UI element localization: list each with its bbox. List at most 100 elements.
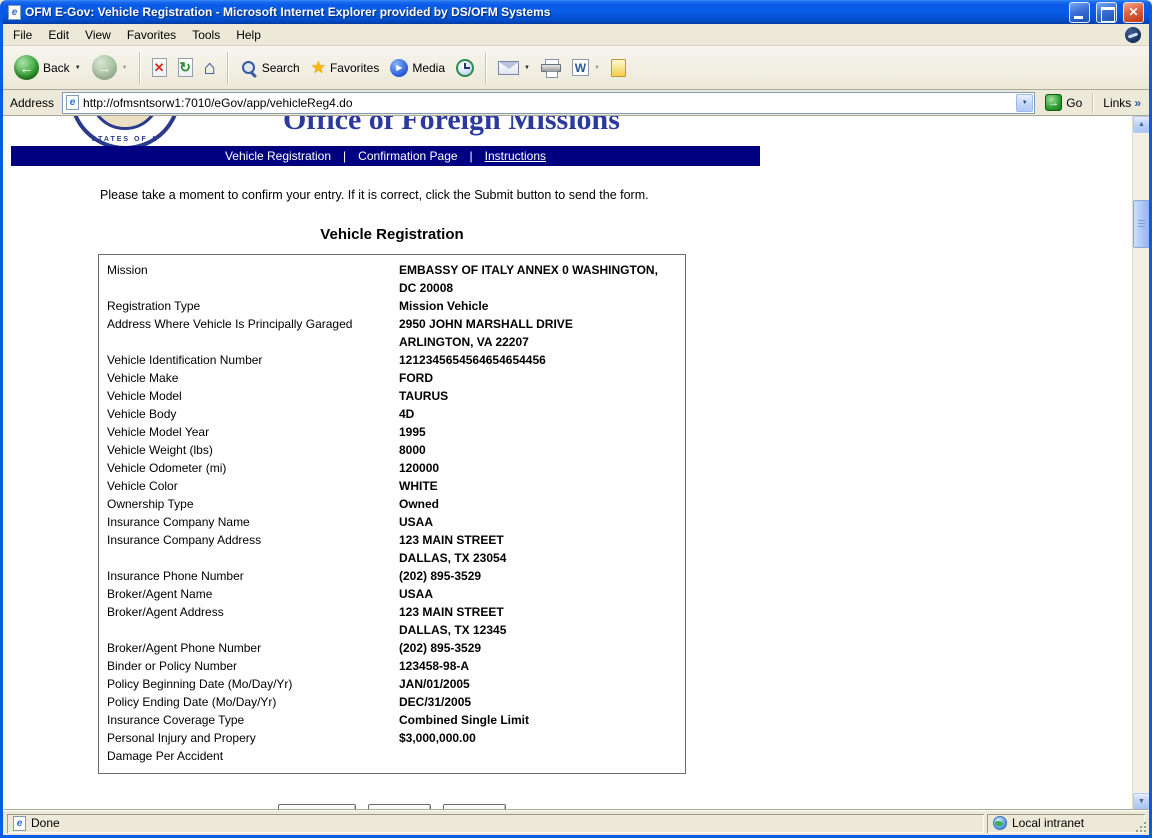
menu-favorites[interactable]: Favorites <box>119 25 184 45</box>
field-label: Registration Type <box>107 297 399 315</box>
toolbar-separator <box>227 52 229 84</box>
table-row: Insurance Phone Number (202) 895-3529 <box>99 567 685 585</box>
page-title: Vehicle Registration <box>98 226 686 243</box>
menu-tools[interactable]: Tools <box>184 25 228 45</box>
table-row: Broker/Agent Name USAA <box>99 585 685 603</box>
address-dropdown-button[interactable]: ▼ <box>1016 94 1033 112</box>
nav-instructions-link[interactable]: Instructions <box>485 149 546 163</box>
field-value: Mission Vehicle <box>399 297 677 315</box>
favorites-button[interactable]: ★ Favorites <box>306 55 385 80</box>
field-value: DEC/31/2005 <box>399 693 677 711</box>
toolbar-separator <box>139 52 141 84</box>
field-label: Vehicle Make <box>107 369 399 387</box>
zone-label: Local intranet <box>1012 816 1084 830</box>
field-value: $3,000,000.00 <box>399 729 677 765</box>
home-button[interactable]: ⌂ <box>199 54 221 82</box>
stop-button[interactable]: ✕ <box>147 54 172 81</box>
go-icon: → <box>1045 94 1062 111</box>
menu-edit[interactable]: Edit <box>40 25 77 45</box>
search-button[interactable]: Search <box>235 55 305 81</box>
mail-button[interactable]: ▼ <box>493 57 535 79</box>
field-value: FORD <box>399 369 677 387</box>
field-label: Insurance Company Name <box>107 513 399 531</box>
field-label: Vehicle Color <box>107 477 399 495</box>
field-label: Policy Ending Date (Mo/Day/Yr) <box>107 693 399 711</box>
table-row: Vehicle Weight (lbs) 8000 <box>99 441 685 459</box>
table-row: Insurance Coverage Type Combined Single … <box>99 711 685 729</box>
maximize-button[interactable] <box>1096 2 1117 23</box>
status-bar: e Done Local intranet <box>3 810 1149 835</box>
scroll-down-icon: ▼ <box>1138 798 1145 805</box>
media-label: Media <box>412 61 445 75</box>
field-label: Vehicle Odometer (mi) <box>107 459 399 477</box>
close-button[interactable]: ✕ <box>1123 2 1144 23</box>
table-row: Personal Injury and Propery Damage Per A… <box>99 729 685 765</box>
field-label: Vehicle Identification Number <box>107 351 399 369</box>
field-label: Insurance Company Address <box>107 531 399 567</box>
go-button[interactable]: → Go <box>1041 92 1086 113</box>
minimize-button[interactable] <box>1069 2 1090 23</box>
menu-file[interactable]: File <box>5 25 40 45</box>
field-value: WHITE <box>399 477 677 495</box>
field-label: Vehicle Model Year <box>107 423 399 441</box>
field-label: Policy Beginning Date (Mo/Day/Yr) <box>107 675 399 693</box>
print-button[interactable] <box>536 55 566 80</box>
back-button[interactable]: ← Back ▼ <box>9 51 86 84</box>
address-field: e ▼ <box>62 92 1035 114</box>
links-toolbar[interactable]: Links » <box>1100 96 1144 110</box>
forward-dropdown-icon[interactable]: ▼ <box>122 65 128 71</box>
edit-in-word-button[interactable]: W ▼ <box>567 55 605 80</box>
back-dropdown-icon[interactable]: ▼ <box>75 65 81 71</box>
nav-confirmation-page[interactable]: Confirmation Page <box>358 149 457 163</box>
table-row: Ownership Type Owned <box>99 495 685 513</box>
nav-vehicle-registration[interactable]: Vehicle Registration <box>225 149 331 163</box>
status-text: Done <box>31 816 60 830</box>
table-row: Vehicle Color WHITE <box>99 477 685 495</box>
browser-window: e OFM E-Gov: Vehicle Registration - Micr… <box>0 0 1152 838</box>
scroll-up-button[interactable]: ▲ <box>1133 116 1150 133</box>
table-row: Vehicle Body 4D <box>99 405 685 423</box>
field-value: 123 MAIN STREET DALLAS, TX 23054 <box>399 531 677 567</box>
table-row: Insurance Company Name USAA <box>99 513 685 531</box>
vertical-scrollbar[interactable]: ▲ ▼ <box>1132 116 1149 810</box>
page-favicon: e <box>66 95 79 110</box>
links-chevron-icon[interactable]: » <box>1134 96 1141 110</box>
field-label: Broker/Agent Name <box>107 585 399 603</box>
address-bar: Address e ▼ → Go Links » <box>3 90 1149 116</box>
menu-bar: File Edit View Favorites Tools Help <box>3 24 1149 46</box>
table-row: Insurance Company Address 123 MAIN STREE… <box>99 531 685 567</box>
field-value: Combined Single Limit <box>399 711 677 729</box>
word-dropdown-icon[interactable]: ▼ <box>594 65 600 71</box>
address-label: Address <box>8 96 56 110</box>
links-label: Links <box>1103 96 1131 110</box>
mail-dropdown-icon[interactable]: ▼ <box>524 65 530 71</box>
notes-button[interactable] <box>606 55 631 81</box>
field-value: 123458-98-A <box>399 657 677 675</box>
standard-toolbar: ← Back ▼ → ▼ ✕ ↻ ⌂ Search ★ Favorites ▶ … <box>3 46 1149 90</box>
refresh-button[interactable]: ↻ <box>173 54 198 81</box>
history-icon <box>456 59 474 77</box>
table-row: Mission EMBASSY OF ITALY ANNEX 0 WASHING… <box>99 261 685 297</box>
forward-button[interactable]: → ▼ <box>87 51 133 84</box>
field-label: Broker/Agent Phone Number <box>107 639 399 657</box>
ie-page-icon: e <box>8 5 21 20</box>
home-icon: ⌂ <box>204 58 216 78</box>
menu-view[interactable]: View <box>77 25 119 45</box>
print-icon <box>541 59 561 76</box>
history-button[interactable] <box>451 55 479 81</box>
scroll-thumb[interactable] <box>1133 200 1150 248</box>
scroll-down-button[interactable]: ▼ <box>1133 793 1150 810</box>
notes-icon <box>611 59 626 77</box>
table-row: Vehicle Make FORD <box>99 369 685 387</box>
media-button[interactable]: ▶ Media <box>385 55 450 81</box>
status-message-pane: e Done <box>7 814 984 833</box>
page-nav-bar: Vehicle Registration | Confirmation Page… <box>11 146 760 166</box>
field-value: 4D <box>399 405 677 423</box>
intranet-globe-icon <box>993 816 1007 830</box>
page-viewport: STATES OF A Office of Foreign Missions V… <box>3 116 1132 810</box>
resize-grip[interactable] <box>1134 820 1147 833</box>
menu-help[interactable]: Help <box>228 25 269 45</box>
address-input[interactable] <box>83 94 1031 112</box>
field-label: Vehicle Body <box>107 405 399 423</box>
field-value: 1212345654564654654456 <box>399 351 677 369</box>
